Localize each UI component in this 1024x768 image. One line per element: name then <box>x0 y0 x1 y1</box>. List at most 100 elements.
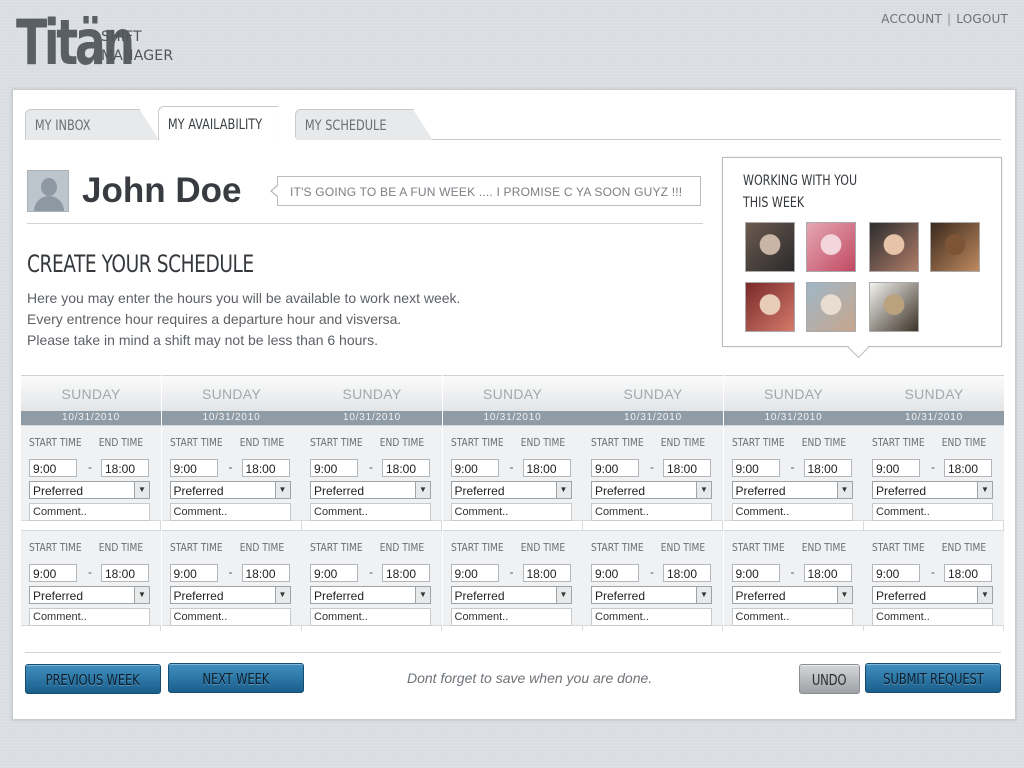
comment-input[interactable]: Comment.. <box>450 503 572 521</box>
start-time-input[interactable]: 9:00 <box>591 564 639 582</box>
comment-input[interactable]: Comment.. <box>872 503 993 521</box>
chevron-down-icon[interactable]: ▼ <box>415 587 430 603</box>
previous-week-button[interactable]: PREVIOUS WEEK <box>25 664 161 694</box>
coworker-photo-1[interactable] <box>745 222 795 272</box>
coworker-photo-4[interactable] <box>930 222 980 272</box>
end-time-input[interactable]: 18:00 <box>522 459 571 477</box>
comment-input[interactable]: Comment.. <box>310 503 431 521</box>
tab-my-inbox[interactable]: MY INBOX <box>25 109 160 140</box>
submit-request-button[interactable]: SUBMIT REQUEST <box>865 663 1001 693</box>
preference-select[interactable]: Preferred ▼ <box>872 481 993 499</box>
time-range-dash: - <box>88 460 92 474</box>
start-time-input[interactable]: 9:00 <box>169 564 218 582</box>
status-message[interactable]: IT'S GOING TO BE A FUN WEEK .... I PROMI… <box>270 176 701 206</box>
coworker-photo-2[interactable] <box>806 222 856 272</box>
end-time-input[interactable]: 18:00 <box>101 459 149 477</box>
chevron-down-icon[interactable]: ▼ <box>977 587 992 603</box>
comment-input[interactable]: Comment.. <box>731 503 853 521</box>
end-time-input[interactable]: 18:00 <box>101 564 149 582</box>
end-time-input[interactable]: 18:00 <box>663 564 711 582</box>
chevron-down-icon[interactable]: ▼ <box>696 482 711 498</box>
start-time-input[interactable]: 9:00 <box>872 459 920 477</box>
comment-input[interactable]: Comment.. <box>29 503 150 521</box>
start-time-input[interactable]: 9:00 <box>731 564 780 582</box>
chevron-down-icon[interactable]: ▼ <box>555 587 571 603</box>
end-time-input[interactable]: 18:00 <box>944 564 992 582</box>
end-time-input[interactable]: 18:00 <box>522 564 571 582</box>
preference-select[interactable]: Preferred ▼ <box>29 481 150 499</box>
comment-input[interactable]: Comment.. <box>591 608 712 626</box>
preference-select[interactable]: Preferred ▼ <box>310 481 431 499</box>
preference-select[interactable]: Preferred ▼ <box>450 481 572 499</box>
chevron-down-icon[interactable]: ▼ <box>134 587 149 603</box>
tab-my-availability[interactable]: MY AVAILABILITY <box>158 106 298 141</box>
avatar-head-shape <box>41 178 57 196</box>
start-time-input[interactable]: 9:00 <box>731 459 780 477</box>
comment-input[interactable]: Comment.. <box>450 608 572 626</box>
comment-input[interactable]: Comment.. <box>169 608 291 626</box>
main-panel: MY INBOX MY AVAILABILITY MY SCHEDULE Joh… <box>12 89 1016 720</box>
end-time-input[interactable]: 18:00 <box>241 459 290 477</box>
preference-value: Preferred <box>876 484 927 498</box>
end-time-label: END TIME <box>239 436 284 449</box>
start-time-input[interactable]: 9:00 <box>450 459 499 477</box>
end-time-input[interactable]: 18:00 <box>803 459 852 477</box>
end-time-input[interactable]: 18:00 <box>382 564 430 582</box>
start-time-input[interactable]: 9:00 <box>169 459 218 477</box>
start-time-input[interactable]: 9:00 <box>591 459 639 477</box>
comment-input[interactable]: Comment.. <box>169 503 291 521</box>
next-week-button[interactable]: NEXT WEEK <box>168 663 304 693</box>
coworker-photo-7[interactable] <box>869 282 919 332</box>
chevron-down-icon[interactable]: ▼ <box>134 482 149 498</box>
comment-input[interactable]: Comment.. <box>29 608 150 626</box>
preference-value: Preferred <box>173 484 224 498</box>
time-range-dash: - <box>509 565 514 579</box>
comment-input[interactable]: Comment.. <box>731 608 853 626</box>
comment-input[interactable]: Comment.. <box>591 503 712 521</box>
coworker-photo-5[interactable] <box>745 282 795 332</box>
tab-my-schedule[interactable]: MY SCHEDULE <box>295 109 433 140</box>
comment-input[interactable]: Comment.. <box>310 608 431 626</box>
end-time-input[interactable]: 18:00 <box>803 564 852 582</box>
coworkers-title: WORKING WITH YOU THIS WEEK <box>743 170 901 214</box>
start-time-input[interactable]: 9:00 <box>310 459 358 477</box>
preference-select[interactable]: Preferred ▼ <box>450 586 572 604</box>
logo-subtitle-line1: SHIFT <box>101 29 142 45</box>
chevron-down-icon[interactable]: ▼ <box>696 587 711 603</box>
preference-select[interactable]: Preferred ▼ <box>731 481 853 499</box>
start-time-input[interactable]: 9:00 <box>29 459 77 477</box>
chevron-down-icon[interactable]: ▼ <box>415 482 430 498</box>
user-name: John Doe <box>82 171 242 210</box>
avatar[interactable] <box>27 170 69 212</box>
shift-block: START TIME END TIME 9:00-18:00 Preferred ▼ Co… <box>302 425 442 521</box>
preference-select[interactable]: Preferred ▼ <box>310 586 431 604</box>
coworker-photo-3[interactable] <box>869 222 919 272</box>
preference-select[interactable]: Preferred ▼ <box>169 481 291 499</box>
chevron-down-icon[interactable]: ▼ <box>836 482 852 498</box>
preference-select[interactable]: Preferred ▼ <box>591 586 712 604</box>
preference-select[interactable]: Preferred ▼ <box>29 586 150 604</box>
end-time-input[interactable]: 18:00 <box>944 459 992 477</box>
start-time-input[interactable]: 9:00 <box>450 564 499 582</box>
end-time-input[interactable]: 18:00 <box>382 459 430 477</box>
start-time-input[interactable]: 9:00 <box>29 564 77 582</box>
chevron-down-icon[interactable]: ▼ <box>274 482 290 498</box>
chevron-down-icon[interactable]: ▼ <box>977 482 992 498</box>
start-time-input[interactable]: 9:00 <box>872 564 920 582</box>
page-title: CREATE YOUR SCHEDULE <box>27 250 254 278</box>
logout-link[interactable]: LOGOUT <box>956 12 1008 26</box>
preference-select[interactable]: Preferred ▼ <box>731 586 853 604</box>
preference-select[interactable]: Preferred ▼ <box>169 586 291 604</box>
preference-select[interactable]: Preferred ▼ <box>872 586 993 604</box>
end-time-input[interactable]: 18:00 <box>663 459 711 477</box>
preference-select[interactable]: Preferred ▼ <box>591 481 712 499</box>
chevron-down-icon[interactable]: ▼ <box>555 482 571 498</box>
comment-input[interactable]: Comment.. <box>872 608 993 626</box>
chevron-down-icon[interactable]: ▼ <box>274 587 290 603</box>
start-time-input[interactable]: 9:00 <box>310 564 358 582</box>
end-time-input[interactable]: 18:00 <box>241 564 290 582</box>
coworker-photo-6[interactable] <box>806 282 856 332</box>
undo-button[interactable]: UNDO <box>799 664 860 694</box>
chevron-down-icon[interactable]: ▼ <box>836 587 852 603</box>
account-link[interactable]: ACCOUNT <box>881 12 942 26</box>
